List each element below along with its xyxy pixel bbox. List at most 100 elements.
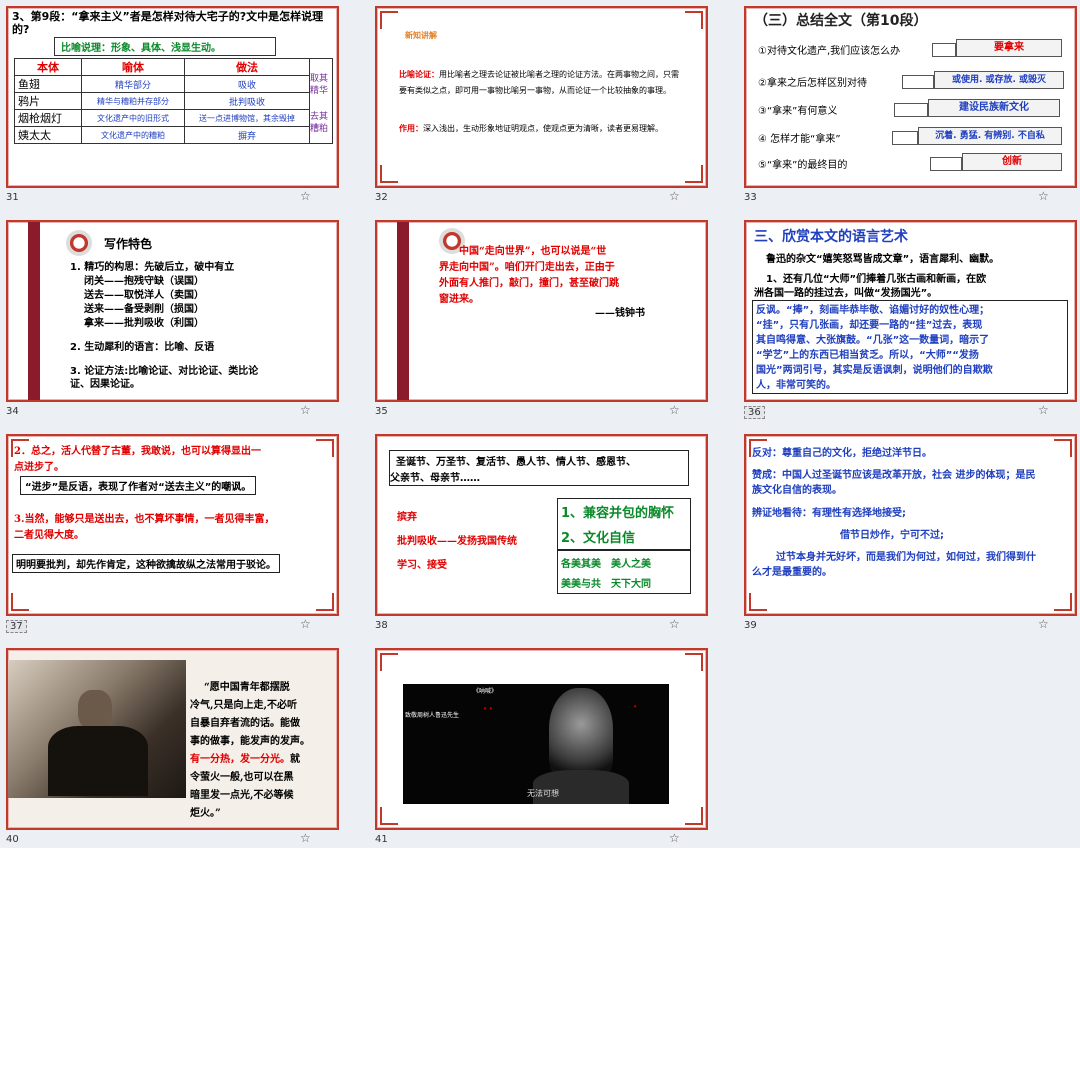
star-icon[interactable]: ☆ [300,189,311,203]
note-box: “进步”是反语，表现了作者对“送去主义”的嘲讽。 [20,476,257,495]
slide-38[interactable]: 圣诞节、万圣节、复活节、愚人节、情人节、感恩节、 父亲节、母亲节…… 摈弃 批判… [375,434,708,616]
slide-thumbnail-37[interactable]: 2．总之，活人代替了古董，我敢说，也可以算得显出一 点进步了。 “进步”是反语，… [2,430,339,644]
quote-line: 有一分热，发一分光。就 [190,750,300,765]
opinion-line: 借节日炒作，宁可不过; [840,530,944,541]
table-cell: 姨太太 [14,126,82,144]
method-label: 比喻说理：形象、具体、浅显生动。 [54,37,276,56]
question: ③“拿来”有何意义 [758,106,838,117]
slide-37[interactable]: 2．总之，活人代替了古董，我敢说，也可以算得显出一 点进步了。 “进步”是反语，… [6,434,339,616]
festival-line: 圣诞节、万圣节、复活节、愚人节、情人节、感恩节、 [396,457,636,468]
answer-box: 创新 [962,153,1062,171]
term-label: 比喻论证： [399,69,439,79]
frame-corner [316,593,334,611]
slide-thumbnail-35[interactable]: 中国“走向世界”，也可以说是“世 界走向中国”。咱们开门走出去，正由于 外面有人… [371,216,708,430]
star-icon[interactable]: ☆ [1038,617,1049,631]
arrow-shape [892,131,918,145]
opinion-line: 过节本身并无好坏，而是我们为何过，如何过，我们得到什 [776,552,1036,563]
quote-line: 暗里发一点光,不必等候 [190,790,294,801]
quote-line: 洲各国一路的挂过去，叫做“发扬国光”。 [754,288,938,299]
arrow-shape [930,157,962,171]
slide-36[interactable]: 三、欣赏本文的语言艺术 鲁迅的杂文“嬉笑怒骂皆成文章”，语言犀利、幽默。 1、还… [744,220,1077,402]
star-icon[interactable]: ☆ [1038,189,1049,203]
table-cell: 烟枪烟灯 [14,109,82,127]
slide-number: 32 [375,192,388,203]
frame-corner [685,653,703,671]
point-1: 1. 精巧的构思：先破后立，破中有立 [70,262,235,273]
star-icon[interactable]: ☆ [300,617,311,631]
term-label: 作用： [399,123,423,133]
star-icon[interactable]: ☆ [669,189,680,203]
answer-box: 要拿来 [956,39,1062,57]
value-box: 1、兼容并包的胸怀 2、文化自信 [557,498,691,550]
opinion-line: 么才是最重要的。 [752,567,832,578]
table-header: 做法 [184,58,310,76]
quote-highlight: 有一分热，发一分光。 [190,754,290,765]
star-icon[interactable]: ☆ [669,831,680,845]
slide-thumbnail-38[interactable]: 圣诞节、万圣节、复活节、愚人节、情人节、感恩节、 父亲节、母亲节…… 摈弃 批判… [371,430,708,644]
table-cell: 批判吸收 [184,92,310,110]
star-icon[interactable]: ☆ [669,617,680,631]
table-cell: 文化遗产中的糟粕 [81,126,185,144]
video-frame[interactable]: 《呐喊》 致敬周树人鲁迅先生 ✦ ✦ ✦ 无法可想 [403,684,669,804]
quote-line: 事的做事，能发声的发声。 [190,736,310,747]
star-icon[interactable]: ☆ [300,831,311,845]
opinion-line: 族文化自信的表现。 [752,485,842,496]
slide-32[interactable]: 新知讲解 比喻论证：用比喻者之理去论证被比喻者之理的论证方法。在两事物之间，只需… [375,6,708,188]
question: ④ 怎样才能“拿来” [758,134,841,145]
slide-title: 写作特色 [104,237,153,251]
table-row: 烟枪烟灯 文化遗产中的旧形式 送一点进博物馆，其余毁掉 [14,109,333,127]
slide-33[interactable]: （三）总结全文（第10段） ①对待文化遗产,我们应该怎么办 要拿来 ②拿来之后怎… [744,6,1077,188]
slide-thumbnail-34[interactable]: 写作特色 1. 精巧的构思：先破后立，破中有立 闭关——抱残守缺（误国） 送去—… [2,216,339,430]
star-icon[interactable]: ☆ [1038,403,1049,417]
slide-number: 31 [6,192,19,203]
portrait-photo [8,660,186,798]
motto-box: 各美其美 美人之美 美美与共 天下大同 [557,550,691,594]
slide-thumbnail-32[interactable]: 新知讲解 比喻论证：用比喻者之理去论证被比喻者之理的论证方法。在两事物之间，只需… [371,2,708,216]
slide-number: 33 [744,192,757,203]
definition-paragraph: 比喻论证：用比喻者之理去论证被比喻者之理的论证方法。在两事物之间，只需要有类似之… [399,66,679,99]
attitude-label: 摈弃 [397,512,417,523]
table-cell: 摒弃 [184,126,310,144]
table-cell: 精华与糟粕并存部分 [81,92,185,110]
figure-body [48,726,148,796]
opinion-line: 反对：尊重自己的文化，拒绝过洋节日。 [752,448,932,459]
slide-thumbnail-31[interactable]: 3、第9段：“拿来主义”者是怎样对待大宅子的?文中是怎样说理的? 比喻说理：形象… [2,2,339,216]
slide-39[interactable]: 反对：尊重自己的文化，拒绝过洋节日。 赞成：中国人过圣诞节应该是改革开放，社会 … [744,434,1077,616]
emblem-icon [66,230,92,256]
frame-corner [685,807,703,825]
side-labels: 取其精华 去其糟粕 [309,58,333,144]
slide-31[interactable]: 3、第9段：“拿来主义”者是怎样对待大宅子的?文中是怎样说理的? 比喻说理：形象… [6,6,339,188]
slide-34[interactable]: 写作特色 1. 精巧的构思：先破后立，破中有立 闭关——抱残守缺（误国） 送去—… [6,220,339,402]
value-line: 2、文化自信 [561,531,636,546]
answer-box: 建设民族新文化 [928,99,1060,117]
slide-35[interactable]: 中国“走向世界”，也可以说是“世 界走向中国”。咱们开门走出去，正由于 外面有人… [375,220,708,402]
function-text: 深入浅出，生动形象地证明观点，使观点更为清晰，读者更易理解。 [423,124,663,133]
opinion-line: 辨证地看待：有理性有选择地接受; [752,508,906,519]
slide-thumbnail-40[interactable]: “愿中国青年都摆脱 冷气,只是向上走,不必听 自暴自弃者流的话。能做 事的做事，… [2,644,339,858]
slide-thumbnail-39[interactable]: 反对：尊重自己的文化，拒绝过洋节日。 赞成：中国人过圣诞节应该是改革开放，社会 … [740,430,1077,644]
analysis-line: 国光”两词引号，其实是反语讽刺，说明他们的自欺欺 [756,365,993,376]
festival-line: 父亲节、母亲节…… [390,473,480,484]
slide-number: 38 [375,620,388,631]
point-1-line: 拿来——批判吸收（利国） [84,318,204,329]
festival-box: 圣诞节、万圣节、复活节、愚人节、情人节、感恩节、 父亲节、母亲节…… [389,450,689,486]
frame-corner [380,653,398,671]
slide-41[interactable]: 《呐喊》 致敬周树人鲁迅先生 ✦ ✦ ✦ 无法可想 [375,648,708,830]
slide-thumbnail-33[interactable]: （三）总结全文（第10段） ①对待文化遗产,我们应该怎么办 要拿来 ②拿来之后怎… [740,2,1077,216]
analysis-line: 反讽。“捧”，刻画毕恭毕敬、谄媚讨好的奴性心理； [756,305,990,316]
video-overlay-text: ✦ ✦ [483,706,493,712]
slide-40[interactable]: “愿中国青年都摆脱 冷气,只是向上走,不必听 自暴自弃者流的话。能做 事的做事，… [6,648,339,830]
point-1-line: 送来——备受剥削（损国） [84,304,204,315]
slide-thumbnail-41[interactable]: 《呐喊》 致敬周树人鲁迅先生 ✦ ✦ ✦ 无法可想 41 ☆ [371,644,708,858]
quote-line: 令萤火一般,也可以在黑 [190,772,294,783]
metaphor-table: 本体 喻体 做法 取其精华 去其糟粕 鱼翅 精华部分 吸收 鸦片 精华与糟粕并存… [14,58,333,144]
slide-thumbnail-36[interactable]: 三、欣赏本文的语言艺术 鲁迅的杂文“嬉笑怒骂皆成文章”，语言犀利、幽默。 1、还… [740,216,1077,430]
star-icon[interactable]: ☆ [669,403,680,417]
note-box: 明明要批判，却先作肯定，这种欲擒故纵之法常用于驳论。 [12,554,280,573]
quote-line: 1、还有几位“大师”们捧着几张古画和新画，在欧 [766,274,987,285]
definition-text: 用比喻者之理去论证被比喻者之理的论证方法。在两事物之间，只需要有类似之点，即可用… [399,70,679,95]
frame-corner [380,807,398,825]
star-icon[interactable]: ☆ [300,403,311,417]
side-label-keep: 取其精华 [310,74,329,96]
slide-number: 34 [6,406,19,417]
